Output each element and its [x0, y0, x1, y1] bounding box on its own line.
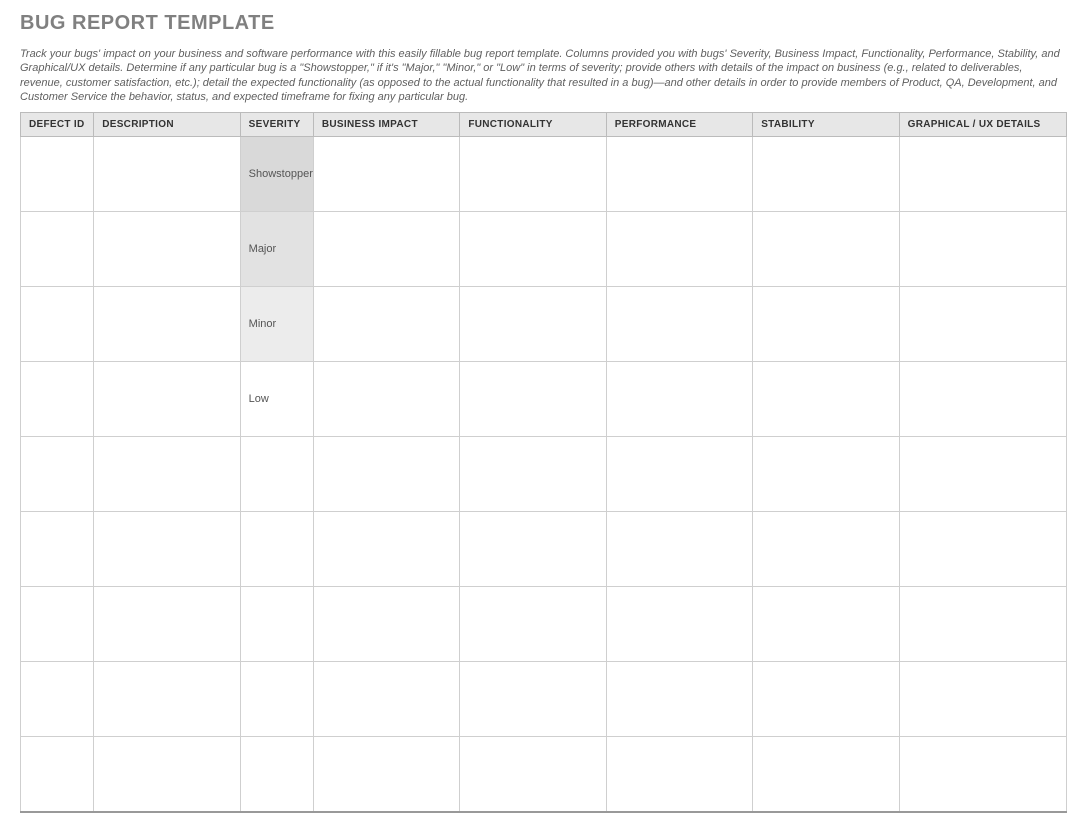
bug-report-table: DEFECT ID DESCRIPTION SEVERITY BUSINESS …: [20, 112, 1067, 813]
cell-defect-id[interactable]: [21, 362, 94, 437]
cell-defect-id[interactable]: [21, 437, 94, 512]
table-header-row: DEFECT ID DESCRIPTION SEVERITY BUSINESS …: [21, 113, 1067, 137]
cell-ux[interactable]: [899, 212, 1066, 287]
cell-description[interactable]: [94, 587, 240, 662]
cell-severity[interactable]: [240, 512, 313, 587]
cell-functionality[interactable]: [460, 362, 606, 437]
cell-ux[interactable]: [899, 737, 1066, 812]
cell-ux[interactable]: [899, 437, 1066, 512]
cell-performance[interactable]: [606, 212, 752, 287]
cell-description[interactable]: [94, 662, 240, 737]
col-performance: PERFORMANCE: [606, 113, 752, 137]
cell-defect-id[interactable]: [21, 137, 94, 212]
col-severity: SEVERITY: [240, 113, 313, 137]
table-row: Minor: [21, 287, 1067, 362]
cell-functionality[interactable]: [460, 287, 606, 362]
cell-functionality[interactable]: [460, 737, 606, 812]
cell-functionality[interactable]: [460, 437, 606, 512]
cell-severity[interactable]: [240, 662, 313, 737]
cell-defect-id[interactable]: [21, 287, 94, 362]
cell-business-impact[interactable]: [313, 437, 459, 512]
cell-performance[interactable]: [606, 662, 752, 737]
cell-business-impact[interactable]: [313, 662, 459, 737]
cell-stability[interactable]: [753, 437, 899, 512]
cell-performance[interactable]: [606, 437, 752, 512]
cell-description[interactable]: [94, 737, 240, 812]
cell-stability[interactable]: [753, 587, 899, 662]
col-functionality: FUNCTIONALITY: [460, 113, 606, 137]
cell-stability[interactable]: [753, 662, 899, 737]
cell-description[interactable]: [94, 512, 240, 587]
cell-performance[interactable]: [606, 362, 752, 437]
cell-ux[interactable]: [899, 287, 1066, 362]
col-defect-id: DEFECT ID: [21, 113, 94, 137]
cell-business-impact[interactable]: [313, 587, 459, 662]
table-row: [21, 587, 1067, 662]
cell-severity[interactable]: Major: [240, 212, 313, 287]
cell-severity[interactable]: [240, 587, 313, 662]
cell-functionality[interactable]: [460, 137, 606, 212]
cell-stability[interactable]: [753, 212, 899, 287]
cell-business-impact[interactable]: [313, 287, 459, 362]
cell-stability[interactable]: [753, 512, 899, 587]
cell-business-impact[interactable]: [313, 137, 459, 212]
cell-severity[interactable]: [240, 437, 313, 512]
table-row: Showstopper: [21, 137, 1067, 212]
cell-business-impact[interactable]: [313, 212, 459, 287]
cell-severity[interactable]: [240, 737, 313, 812]
cell-description[interactable]: [94, 212, 240, 287]
cell-severity[interactable]: Minor: [240, 287, 313, 362]
cell-performance[interactable]: [606, 587, 752, 662]
col-business-impact: BUSINESS IMPACT: [313, 113, 459, 137]
cell-functionality[interactable]: [460, 587, 606, 662]
cell-ux[interactable]: [899, 587, 1066, 662]
cell-description[interactable]: [94, 437, 240, 512]
cell-description[interactable]: [94, 362, 240, 437]
table-row: Major: [21, 212, 1067, 287]
cell-performance[interactable]: [606, 137, 752, 212]
page-description: Track your bugs' impact on your business…: [20, 47, 1067, 104]
table-row: [21, 737, 1067, 812]
table-row: [21, 512, 1067, 587]
table-row: Low: [21, 362, 1067, 437]
cell-functionality[interactable]: [460, 662, 606, 737]
cell-severity[interactable]: Low: [240, 362, 313, 437]
cell-defect-id[interactable]: [21, 737, 94, 812]
cell-description[interactable]: [94, 287, 240, 362]
cell-ux[interactable]: [899, 512, 1066, 587]
cell-defect-id[interactable]: [21, 587, 94, 662]
cell-stability[interactable]: [753, 137, 899, 212]
cell-ux[interactable]: [899, 362, 1066, 437]
cell-description[interactable]: [94, 137, 240, 212]
cell-ux[interactable]: [899, 662, 1066, 737]
cell-stability[interactable]: [753, 362, 899, 437]
cell-performance[interactable]: [606, 287, 752, 362]
cell-defect-id[interactable]: [21, 212, 94, 287]
cell-stability[interactable]: [753, 737, 899, 812]
table-row: [21, 437, 1067, 512]
cell-business-impact[interactable]: [313, 512, 459, 587]
cell-stability[interactable]: [753, 287, 899, 362]
col-graphical-ux: GRAPHICAL / UX DETAILS: [899, 113, 1066, 137]
table-row: [21, 662, 1067, 737]
cell-business-impact[interactable]: [313, 737, 459, 812]
cell-defect-id[interactable]: [21, 662, 94, 737]
cell-functionality[interactable]: [460, 212, 606, 287]
cell-ux[interactable]: [899, 137, 1066, 212]
cell-performance[interactable]: [606, 737, 752, 812]
cell-functionality[interactable]: [460, 512, 606, 587]
cell-business-impact[interactable]: [313, 362, 459, 437]
col-stability: STABILITY: [753, 113, 899, 137]
cell-performance[interactable]: [606, 512, 752, 587]
page-title: BUG REPORT TEMPLATE: [20, 12, 1067, 35]
col-description: DESCRIPTION: [94, 113, 240, 137]
cell-defect-id[interactable]: [21, 512, 94, 587]
cell-severity[interactable]: Showstopper: [240, 137, 313, 212]
